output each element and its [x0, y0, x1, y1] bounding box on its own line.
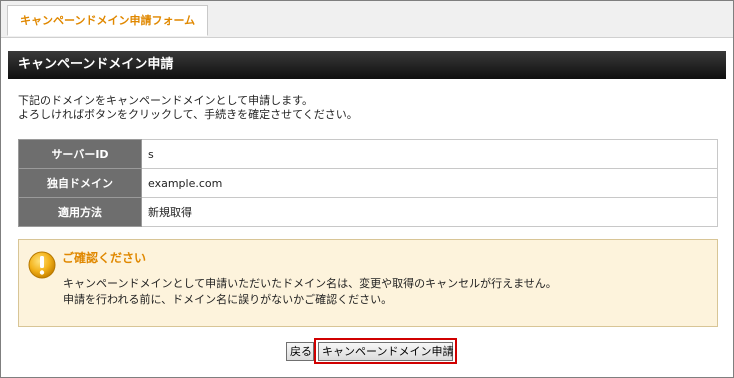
notice-title: ご確認ください	[62, 251, 147, 265]
table-row: サーバーID s	[18, 139, 718, 169]
tab-campaign-domain-form[interactable]: キャンペーンドメイン申請フォーム	[7, 5, 209, 36]
description: 下記のドメインをキャンペーンドメインとして申請します。 よろしければボタンをクリ…	[18, 94, 718, 122]
domain-info-table: サーバーID s 独自ドメイン example.com 適用方法 新規取得	[18, 139, 718, 227]
tab-bar: キャンペーンドメイン申請フォーム	[1, 1, 733, 38]
description-line-1: 下記のドメインをキャンペーンドメインとして申請します。	[18, 94, 314, 107]
notice-line-1: キャンペーンドメインとして申請いただいたドメイン名は、変更や取得のキャンセルが行…	[63, 277, 557, 290]
section-title: キャンペーンドメイン申請	[8, 51, 726, 79]
row-label-server-id: サーバーID	[18, 139, 142, 169]
row-label-domain: 独自ドメイン	[18, 168, 142, 198]
row-value-domain: example.com	[141, 168, 718, 198]
row-label-method: 適用方法	[18, 197, 142, 227]
notice-box: ご確認ください キャンペーンドメインとして申請いただいたドメイン名は、変更や取得…	[18, 239, 718, 327]
submit-highlight: キャンペーンドメイン申請	[314, 338, 457, 364]
submit-campaign-domain-button[interactable]: キャンペーンドメイン申請	[318, 342, 453, 361]
notice-line-2: 申請を行われる前に、ドメイン名に誤りがないかご確認ください。	[63, 293, 393, 306]
application-frame: キャンペーンドメイン申請フォーム キャンペーンドメイン申請 下記のドメインをキャ…	[0, 0, 734, 378]
table-row: 適用方法 新規取得	[18, 197, 718, 227]
exclamation-icon	[28, 251, 56, 279]
notice-body: キャンペーンドメインとして申請いただいたドメイン名は、変更や取得のキャンセルが行…	[63, 276, 557, 308]
table-row: 独自ドメイン example.com	[18, 168, 718, 198]
row-value-server-id: s	[141, 139, 718, 169]
description-line-2: よろしければボタンをクリックして、手続きを確定させてください。	[18, 108, 358, 121]
row-value-method: 新規取得	[141, 197, 718, 227]
back-button[interactable]: 戻る	[286, 342, 314, 361]
